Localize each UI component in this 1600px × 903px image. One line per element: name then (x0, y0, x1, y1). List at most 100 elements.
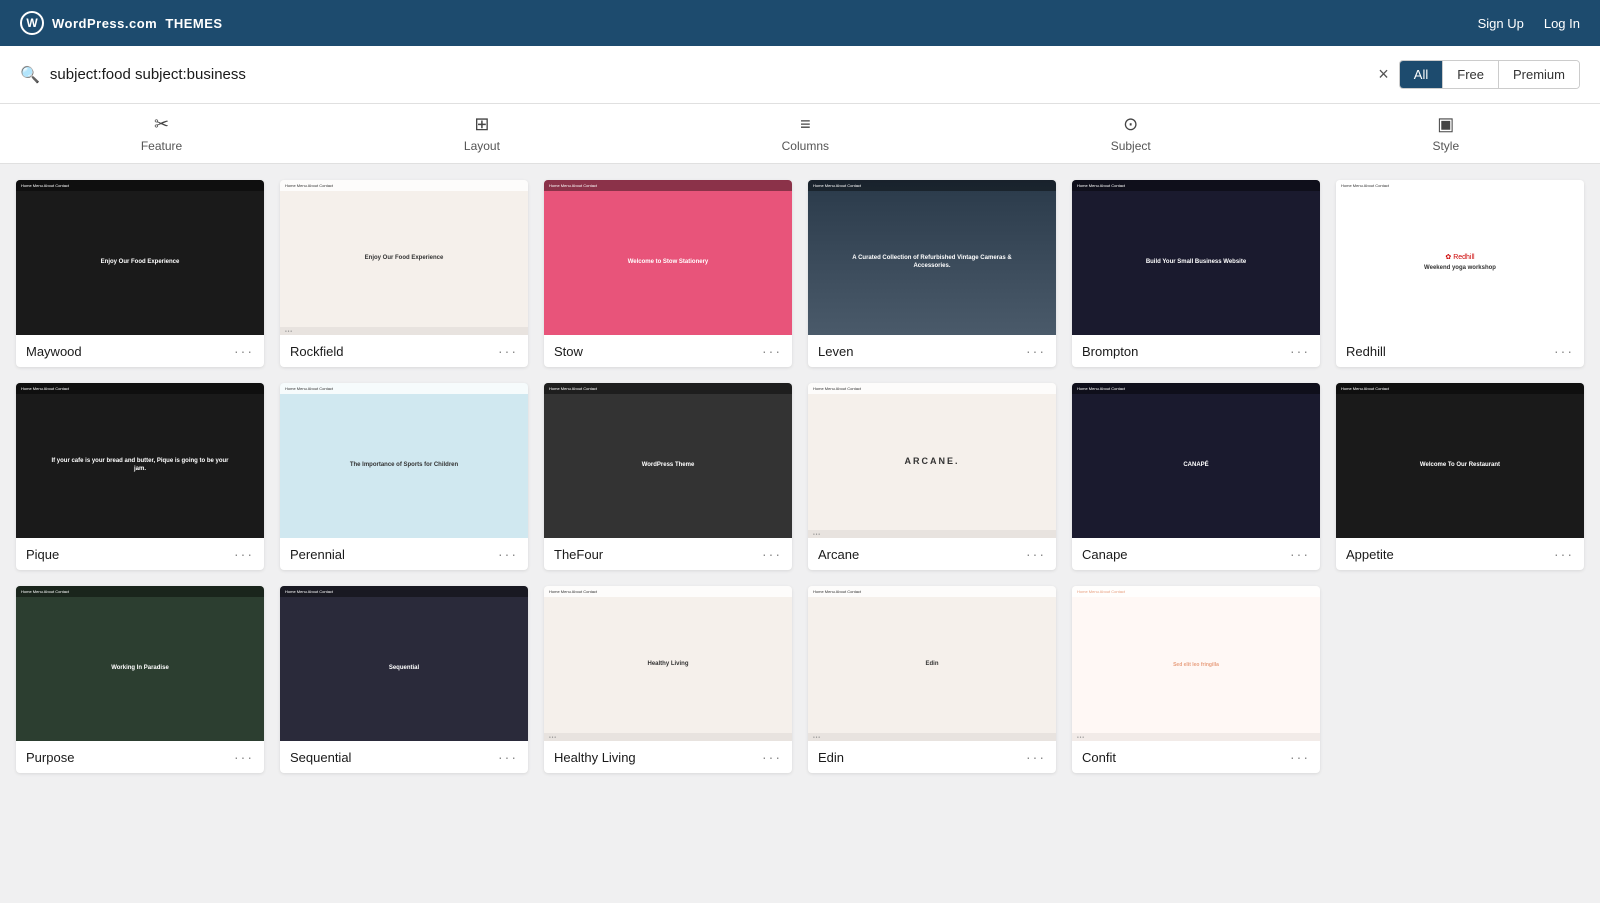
theme-footer-edin: Edin ··· (808, 741, 1056, 773)
theme-more-button-stow[interactable]: ··· (762, 343, 782, 359)
theme-more-button-arcane[interactable]: ··· (1026, 546, 1046, 562)
feature-icon: ✂ (154, 114, 169, 135)
theme-preview-healthyliving: Home Menu About ContactHealthy Living● ●… (544, 586, 792, 741)
theme-name-healthyliving: Healthy Living (554, 750, 636, 765)
theme-name-canape: Canape (1082, 547, 1128, 562)
filter-subject[interactable]: ⊙ Subject (1111, 114, 1151, 153)
theme-more-button-canape[interactable]: ··· (1290, 546, 1310, 562)
theme-preview-pique: Home Menu About ContactIf your cafe is y… (16, 383, 264, 538)
theme-card-appetite[interactable]: Home Menu About ContactWelcome To Our Re… (1336, 383, 1584, 570)
wordpress-logo: W (20, 11, 44, 35)
theme-card-leven[interactable]: Home Menu About ContactA Curated Collect… (808, 180, 1056, 367)
theme-card-sequential[interactable]: Home Menu About ContactSequentialSequent… (280, 586, 528, 773)
theme-card-brompton[interactable]: Home Menu About ContactBuild Your Small … (1072, 180, 1320, 367)
brand-name: WordPress.com THEMES (52, 16, 227, 31)
theme-name-pique: Pique (26, 547, 59, 562)
theme-name-appetite: Appetite (1346, 547, 1394, 562)
theme-name-arcane: Arcane (818, 547, 859, 562)
theme-card-healthyliving[interactable]: Home Menu About ContactHealthy Living● ●… (544, 586, 792, 773)
theme-preview-sequential: Home Menu About ContactSequential (280, 586, 528, 741)
theme-footer-sequential: Sequential··· (280, 741, 528, 773)
theme-more-button-confit[interactable]: ··· (1290, 749, 1310, 765)
theme-card-pique[interactable]: Home Menu About ContactIf your cafe is y… (16, 383, 264, 570)
theme-footer-confit: Confit··· (1072, 741, 1320, 773)
theme-preview-canape: Home Menu About ContactCANAPÉ (1072, 383, 1320, 538)
header-right: Sign Up Log In (1478, 16, 1580, 31)
filter-columns[interactable]: ≡ Columns (782, 114, 829, 153)
theme-card-redhill[interactable]: Home Menu About Contact✿ RedhillWeekend … (1336, 180, 1584, 367)
theme-preview-maywood: Home Menu About ContactEnjoy Our Food Ex… (16, 180, 264, 335)
theme-more-button-pique[interactable]: ··· (234, 546, 254, 562)
theme-more-button-brompton[interactable]: ··· (1290, 343, 1310, 359)
theme-preview-brompton: Home Menu About ContactBuild Your Small … (1072, 180, 1320, 335)
theme-name-rockfield: Rockfield (290, 344, 343, 359)
theme-footer-canape: Canape ··· (1072, 538, 1320, 570)
search-input[interactable] (50, 66, 1368, 83)
theme-footer-leven: Leven ··· (808, 335, 1056, 367)
theme-more-button-healthyliving[interactable]: ··· (762, 749, 782, 765)
theme-more-button-leven[interactable]: ··· (1026, 343, 1046, 359)
theme-footer-maywood: Maywood··· (16, 335, 264, 367)
theme-preview-thefour: Home Menu About ContactWordPress Theme (544, 383, 792, 538)
theme-name-edin: Edin (818, 750, 844, 765)
search-icon: 🔍 (20, 65, 40, 85)
theme-more-button-appetite[interactable]: ··· (1554, 546, 1574, 562)
theme-preview-confit: Home Menu About ContactSed elit leo frin… (1072, 586, 1320, 741)
theme-footer-perennial: Perennial ··· (280, 538, 528, 570)
theme-preview-perennial: Home Menu About ContactThe Importance of… (280, 383, 528, 538)
theme-more-button-rockfield[interactable]: ··· (498, 343, 518, 359)
header: W WordPress.com THEMES Sign Up Log In (0, 0, 1600, 46)
theme-card-rockfield[interactable]: Home Menu About ContactEnjoy Our Food Ex… (280, 180, 528, 367)
theme-more-button-redhill[interactable]: ··· (1554, 343, 1574, 359)
theme-more-button-maywood[interactable]: ··· (234, 343, 254, 359)
header-left: W WordPress.com THEMES (20, 11, 227, 35)
filter-all-button[interactable]: All (1400, 61, 1443, 88)
theme-more-button-thefour[interactable]: ··· (762, 546, 782, 562)
layout-icon: ⊞ (474, 114, 489, 135)
theme-preview-edin: Home Menu About ContactEdin● ● ● (808, 586, 1056, 741)
style-icon: ▣ (1437, 114, 1454, 135)
theme-card-perennial[interactable]: Home Menu About ContactThe Importance of… (280, 383, 528, 570)
theme-footer-appetite: Appetite ··· (1336, 538, 1584, 570)
theme-footer-purpose: Purpose··· (16, 741, 264, 773)
theme-footer-thefour: TheFour··· (544, 538, 792, 570)
themes-grid: Home Menu About ContactEnjoy Our Food Ex… (0, 164, 1600, 789)
filter-premium-button[interactable]: Premium (1499, 61, 1579, 88)
theme-card-confit[interactable]: Home Menu About ContactSed elit leo frin… (1072, 586, 1320, 773)
theme-preview-rockfield: Home Menu About ContactEnjoy Our Food Ex… (280, 180, 528, 335)
theme-footer-stow: Stow ··· (544, 335, 792, 367)
login-link[interactable]: Log In (1544, 16, 1580, 31)
theme-more-button-perennial[interactable]: ··· (498, 546, 518, 562)
theme-preview-redhill: Home Menu About Contact✿ RedhillWeekend … (1336, 180, 1584, 335)
theme-card-stow[interactable]: Home Menu About ContactWelcome to Stow S… (544, 180, 792, 367)
theme-name-stow: Stow (554, 344, 583, 359)
theme-preview-leven: Home Menu About ContactA Curated Collect… (808, 180, 1056, 335)
theme-name-leven: Leven (818, 344, 853, 359)
theme-preview-purpose: Home Menu About ContactWorking In Paradi… (16, 586, 264, 741)
theme-more-button-sequential[interactable]: ··· (498, 749, 518, 765)
filter-free-button[interactable]: Free (1443, 61, 1499, 88)
filter-feature[interactable]: ✂ Feature (141, 114, 182, 153)
theme-name-redhill: Redhill (1346, 344, 1386, 359)
filter-style[interactable]: ▣ Style (1432, 114, 1459, 153)
layout-label: Layout (464, 139, 500, 153)
theme-more-button-edin[interactable]: ··· (1026, 749, 1046, 765)
theme-name-perennial: Perennial (290, 547, 345, 562)
theme-footer-redhill: Redhill ··· (1336, 335, 1584, 367)
filter-layout[interactable]: ⊞ Layout (464, 114, 500, 153)
theme-card-edin[interactable]: Home Menu About ContactEdin● ● ● Edin ··· (808, 586, 1056, 773)
theme-more-button-purpose[interactable]: ··· (234, 749, 254, 765)
search-clear-button[interactable]: × (1378, 64, 1389, 85)
theme-footer-arcane: Arcane ··· (808, 538, 1056, 570)
filter-buttons: All Free Premium (1399, 60, 1580, 89)
theme-card-purpose[interactable]: Home Menu About ContactWorking In Paradi… (16, 586, 264, 773)
theme-footer-pique: Pique ··· (16, 538, 264, 570)
signup-link[interactable]: Sign Up (1478, 16, 1524, 31)
theme-card-maywood[interactable]: Home Menu About ContactEnjoy Our Food Ex… (16, 180, 264, 367)
search-bar: 🔍 × All Free Premium (0, 46, 1600, 104)
feature-label: Feature (141, 139, 182, 153)
theme-card-arcane[interactable]: Home Menu About ContactARCANE.● ● ●Arcan… (808, 383, 1056, 570)
columns-label: Columns (782, 139, 829, 153)
theme-card-canape[interactable]: Home Menu About ContactCANAPÉ Canape ··· (1072, 383, 1320, 570)
theme-card-thefour[interactable]: Home Menu About ContactWordPress ThemeTh… (544, 383, 792, 570)
